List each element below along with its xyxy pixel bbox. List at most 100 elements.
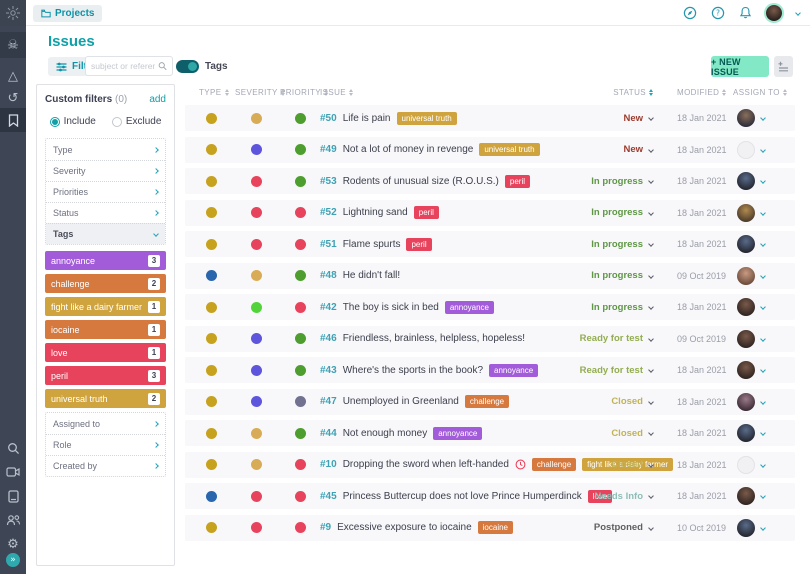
chevron-down-icon[interactable] [648, 241, 654, 247]
chevron-down-icon[interactable] [648, 493, 654, 499]
status-label[interactable]: Closed [611, 428, 643, 439]
issue-row[interactable]: #43Where's the sports in the book?annoya… [185, 357, 795, 383]
chevron-down-icon[interactable] [795, 10, 801, 16]
assignee-avatar[interactable] [737, 393, 755, 411]
sidebar-item-sprint[interactable]: ↺ [0, 86, 26, 110]
bulk-add-button[interactable] [774, 56, 793, 77]
issue-ref[interactable]: #9 [320, 522, 331, 533]
column-header-status[interactable]: STATUS [575, 88, 653, 97]
assignee-avatar[interactable] [737, 235, 755, 253]
sidebar-item-search[interactable] [0, 436, 26, 460]
tag-filter-item[interactable]: peril3 [45, 366, 166, 385]
chevron-down-icon[interactable] [760, 178, 766, 184]
chevron-down-icon[interactable] [760, 430, 766, 436]
issue-row[interactable]: #45Princess Buttercup does not love Prin… [185, 483, 795, 509]
chevron-down-icon[interactable] [648, 336, 654, 342]
assignee-avatar[interactable] [737, 424, 755, 442]
issue-title[interactable]: Lightning sand [343, 207, 408, 218]
issue-ref[interactable]: #52 [320, 207, 337, 218]
chevron-down-icon[interactable] [760, 210, 766, 216]
issue-row[interactable]: #9Excessive exposure to iocaineiocainePo… [185, 515, 795, 541]
add-filter-link[interactable]: add [149, 94, 166, 105]
issue-row[interactable]: #46Friendless, brainless, helpless, hope… [185, 326, 795, 352]
status-label[interactable]: In progress [591, 270, 643, 281]
issue-row[interactable]: #10Dropping the sword when left-handedch… [185, 452, 795, 478]
status-label[interactable]: Ready for test [580, 333, 643, 344]
issue-ref[interactable]: #48 [320, 270, 337, 281]
issue-ref[interactable]: #44 [320, 428, 337, 439]
issue-row[interactable]: #49Not a lot of money in revengeuniversa… [185, 137, 795, 163]
status-label[interactable]: Closed [611, 459, 643, 470]
issue-title[interactable]: The boy is sick in bed [343, 302, 439, 313]
column-header-type[interactable]: TYPE [199, 88, 229, 97]
status-label[interactable]: In progress [591, 302, 643, 313]
chevron-down-icon[interactable] [760, 493, 766, 499]
issue-title[interactable]: Where's the sports in the book? [343, 365, 483, 376]
filter-category-row[interactable]: Status [46, 202, 165, 223]
tag-filter-item[interactable]: annoyance3 [45, 251, 166, 270]
chevron-down-icon[interactable] [760, 399, 766, 405]
assignee-avatar[interactable] [737, 361, 755, 379]
unassigned-avatar[interactable] [737, 456, 755, 474]
filter-category-row[interactable]: Role [46, 434, 165, 455]
chevron-down-icon[interactable] [648, 115, 654, 121]
sidebar-item-wiki[interactable] [0, 484, 26, 508]
issue-title[interactable]: Life is pain [343, 113, 391, 124]
issue-row[interactable]: #47Unemployed in GreenlandchallengeClose… [185, 389, 795, 415]
issue-ref[interactable]: #43 [320, 365, 337, 376]
chevron-down-icon[interactable] [760, 273, 766, 279]
chevron-down-icon[interactable] [760, 525, 766, 531]
status-label[interactable]: Ready for test [580, 365, 643, 376]
assignee-avatar[interactable] [737, 267, 755, 285]
issue-row[interactable]: #44Not enough moneyannoyanceClosed18 Jan… [185, 420, 795, 446]
chevron-down-icon[interactable] [648, 178, 654, 184]
filter-category-row[interactable]: Priorities [46, 181, 165, 202]
status-label[interactable]: In progress [591, 239, 643, 250]
new-issue-button[interactable]: + NEW ISSUE [711, 56, 769, 77]
issue-title[interactable]: Rodents of unusual size (R.O.U.S.) [343, 176, 499, 187]
issue-row[interactable]: #50Life is painuniversal truthNew18 Jan … [185, 105, 795, 131]
notifications-bell-icon[interactable] [739, 6, 752, 20]
filter-category-row[interactable]: Assigned to [46, 413, 165, 434]
issue-title[interactable]: Excessive exposure to iocaine [337, 522, 472, 533]
help-icon[interactable]: ? [711, 6, 725, 20]
column-header-assign-to[interactable]: ASSIGN TO [733, 88, 787, 97]
issue-ref[interactable]: #51 [320, 239, 337, 250]
assignee-avatar[interactable] [737, 519, 755, 537]
assignee-avatar[interactable] [737, 330, 755, 348]
assignee-avatar[interactable] [737, 172, 755, 190]
chevron-down-icon[interactable] [760, 462, 766, 468]
chevron-down-icon[interactable] [760, 241, 766, 247]
projects-button[interactable]: Projects [33, 5, 102, 22]
issue-row[interactable]: #48He didn't fall!In progress09 Oct 2019 [185, 263, 795, 289]
filter-category-row[interactable]: Severity [46, 160, 165, 181]
chevron-down-icon[interactable] [648, 462, 654, 468]
chevron-down-icon[interactable] [648, 399, 654, 405]
chevron-down-icon[interactable] [648, 304, 654, 310]
status-label[interactable]: New [623, 144, 643, 155]
issue-title[interactable]: Unemployed in Greenland [343, 396, 459, 407]
status-label[interactable]: Needs Info [594, 491, 643, 502]
issue-ref[interactable]: #49 [320, 144, 337, 155]
column-header-issue[interactable]: ISSUE [320, 88, 353, 97]
assignee-avatar[interactable] [737, 487, 755, 505]
chevron-down-icon[interactable] [648, 367, 654, 373]
issue-title[interactable]: Flame spurts [343, 239, 401, 250]
status-label[interactable]: Postponed [594, 522, 643, 533]
status-label[interactable]: In progress [591, 207, 643, 218]
unassigned-avatar[interactable] [737, 141, 755, 159]
filter-row-tags[interactable]: Tags [46, 223, 165, 244]
project-logo-icon[interactable]: ☠ [0, 32, 26, 58]
issue-ref[interactable]: #10 [320, 459, 337, 470]
chevron-down-icon[interactable] [648, 273, 654, 279]
issue-row[interactable]: #51Flame spurtsperilIn progress18 Jan 20… [185, 231, 795, 257]
issue-ref[interactable]: #53 [320, 176, 337, 187]
status-label[interactable]: New [623, 113, 643, 124]
sidebar-collapse-button[interactable]: » [6, 553, 20, 567]
chevron-down-icon[interactable] [648, 430, 654, 436]
chevron-down-icon[interactable] [648, 147, 654, 153]
chevron-down-icon[interactable] [760, 367, 766, 373]
issue-ref[interactable]: #45 [320, 491, 337, 502]
tag-filter-item[interactable]: challenge2 [45, 274, 166, 293]
chevron-down-icon[interactable] [760, 336, 766, 342]
